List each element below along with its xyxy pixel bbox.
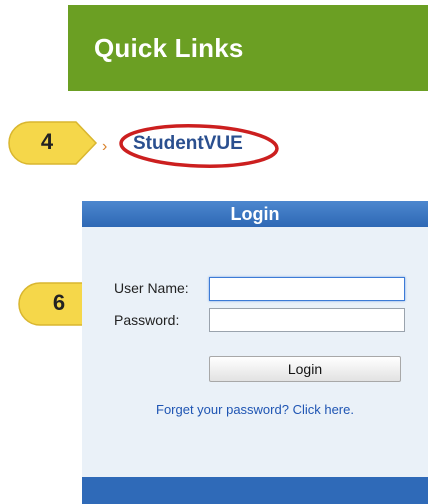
username-label: User Name: — [114, 280, 189, 296]
login-button[interactable]: Login — [209, 356, 401, 382]
quick-links-banner: Quick Links — [68, 5, 428, 91]
password-input[interactable] — [209, 308, 405, 332]
login-footer — [82, 477, 428, 504]
quick-links-title: Quick Links — [94, 32, 244, 63]
chevron-right-icon: › — [102, 138, 108, 155]
callout-number: 6 — [52, 290, 66, 315]
callout-number: 4 — [40, 129, 54, 154]
username-input[interactable] — [209, 277, 405, 301]
callout-badge-4: 4 — [6, 118, 100, 168]
studentvue-link[interactable]: StudentVUE — [133, 133, 243, 155]
login-header: Login — [82, 201, 428, 227]
forgot-password-link[interactable]: Forget your password? Click here. — [82, 402, 428, 417]
password-label: Password: — [114, 312, 180, 328]
login-panel: Login User Name: Password: Login Forget … — [82, 201, 428, 504]
